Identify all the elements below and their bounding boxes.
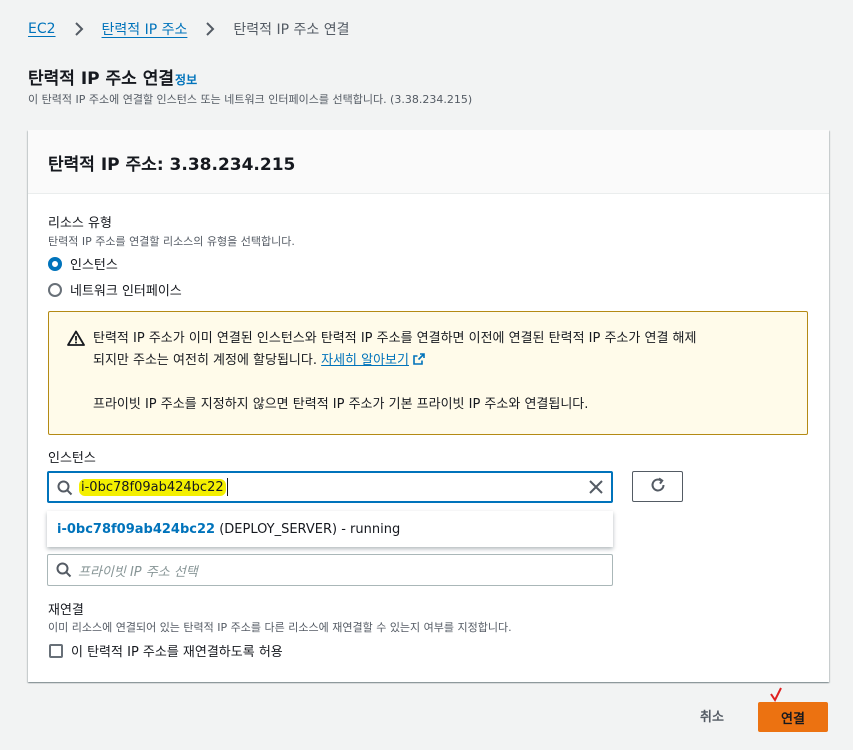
radio-network-interface-indicator[interactable]	[48, 282, 62, 297]
page-title-text: 탄력적 IP 주소 연결	[28, 69, 175, 89]
search-icon	[56, 562, 72, 582]
alert-text-line2-main: 되지만 주소는 여전히 계정에 할당됩니다.	[93, 353, 317, 368]
radio-instance-label: 인스턴스	[70, 258, 118, 273]
page-description: 이 탄력적 IP 주소에 연결할 인스턴스 또는 네트워크 인터페이스를 선택합…	[28, 93, 473, 106]
external-link-icon[interactable]	[413, 353, 425, 368]
cancel-button[interactable]: 취소	[700, 706, 724, 725]
reassociation-description: 이미 리소스에 연결되어 있는 탄력적 IP 주소를 다른 리소스에 재연결할 …	[48, 621, 512, 634]
resource-type-label: 리소스 유형	[48, 216, 112, 231]
page-title: 탄력적 IP 주소 연결정보	[28, 64, 197, 89]
warning-icon	[67, 330, 85, 354]
reassociation-checkbox-label: 이 탄력적 IP 주소를 재연결하도록 허용	[71, 645, 283, 660]
dropdown-option-details: (DEPLOY_SERVER) - running	[215, 521, 401, 537]
refresh-icon	[650, 477, 666, 497]
chevron-right-icon	[199, 21, 221, 37]
radio-network-interface-label: 네트워크 인터페이스	[70, 284, 182, 299]
search-icon	[57, 480, 73, 500]
breadcrumb-elastic-ip[interactable]: 탄력적 IP 주소	[102, 19, 188, 39]
instance-label: 인스턴스	[48, 451, 96, 466]
alert-text-line3: 프라이빗 IP 주소를 지정하지 않으면 탄력적 IP 주소가 기본 프라이빗 …	[93, 397, 589, 412]
clear-icon[interactable]	[587, 478, 605, 500]
private-ip-placeholder: 프라이빗 IP 주소 선택	[78, 564, 198, 580]
reassociation-checkbox[interactable]	[49, 643, 63, 658]
checkmark-annotation-icon	[769, 687, 783, 707]
radio-network-interface[interactable]: 네트워크 인터페이스	[48, 280, 182, 299]
resource-type-description: 탄력적 IP 주소를 연결할 리소스의 유형을 선택합니다.	[48, 235, 295, 248]
dropdown-option-id: i-0bc78f09ab424bc22	[57, 521, 216, 537]
instance-search-value: i-0bc78f09ab424bc22	[79, 478, 226, 496]
instance-search-input[interactable]: i-0bc78f09ab424bc22	[47, 471, 613, 503]
reassociation-checkbox-row[interactable]: 이 탄력적 IP 주소를 재연결하도록 허용	[49, 641, 283, 660]
breadcrumb-current: 탄력적 IP 주소 연결	[233, 22, 350, 38]
panel-title: 탄력적 IP 주소: 3.38.234.215	[28, 130, 829, 194]
info-link[interactable]: 정보	[175, 73, 197, 87]
breadcrumb-ec2[interactable]: EC2	[28, 21, 56, 37]
association-panel: 탄력적 IP 주소: 3.38.234.215 리소스 유형 탄력적 IP 주소…	[28, 130, 829, 682]
warning-alert: 탄력적 IP 주소가 이미 연결된 인스턴스와 탄력적 IP 주소를 연결하면 …	[48, 311, 808, 435]
breadcrumb: EC2 탄력적 IP 주소 탄력적 IP 주소 연결	[28, 19, 350, 39]
radio-instance[interactable]: 인스턴스	[48, 254, 118, 273]
chevron-right-icon	[68, 21, 90, 37]
refresh-button[interactable]	[632, 471, 683, 502]
private-ip-select[interactable]: 프라이빗 IP 주소 선택	[47, 554, 613, 586]
dropdown-option-instance[interactable]: i-0bc78f09ab424bc22 (DEPLOY_SERVER) - ru…	[47, 522, 400, 537]
learn-more-link[interactable]: 자세히 알아보기	[321, 353, 409, 368]
alert-text-line1: 탄력적 IP 주소가 이미 연결된 인스턴스와 탄력적 IP 주소를 연결하면 …	[93, 331, 697, 346]
radio-instance-indicator[interactable]	[48, 256, 62, 271]
text-caret	[226, 478, 228, 496]
alert-text-line2: 되지만 주소는 여전히 계정에 할당됩니다. 자세히 알아보기	[93, 350, 787, 372]
reassociation-label: 재연결	[48, 603, 84, 618]
instance-dropdown: i-0bc78f09ab424bc22 (DEPLOY_SERVER) - ru…	[47, 511, 613, 547]
